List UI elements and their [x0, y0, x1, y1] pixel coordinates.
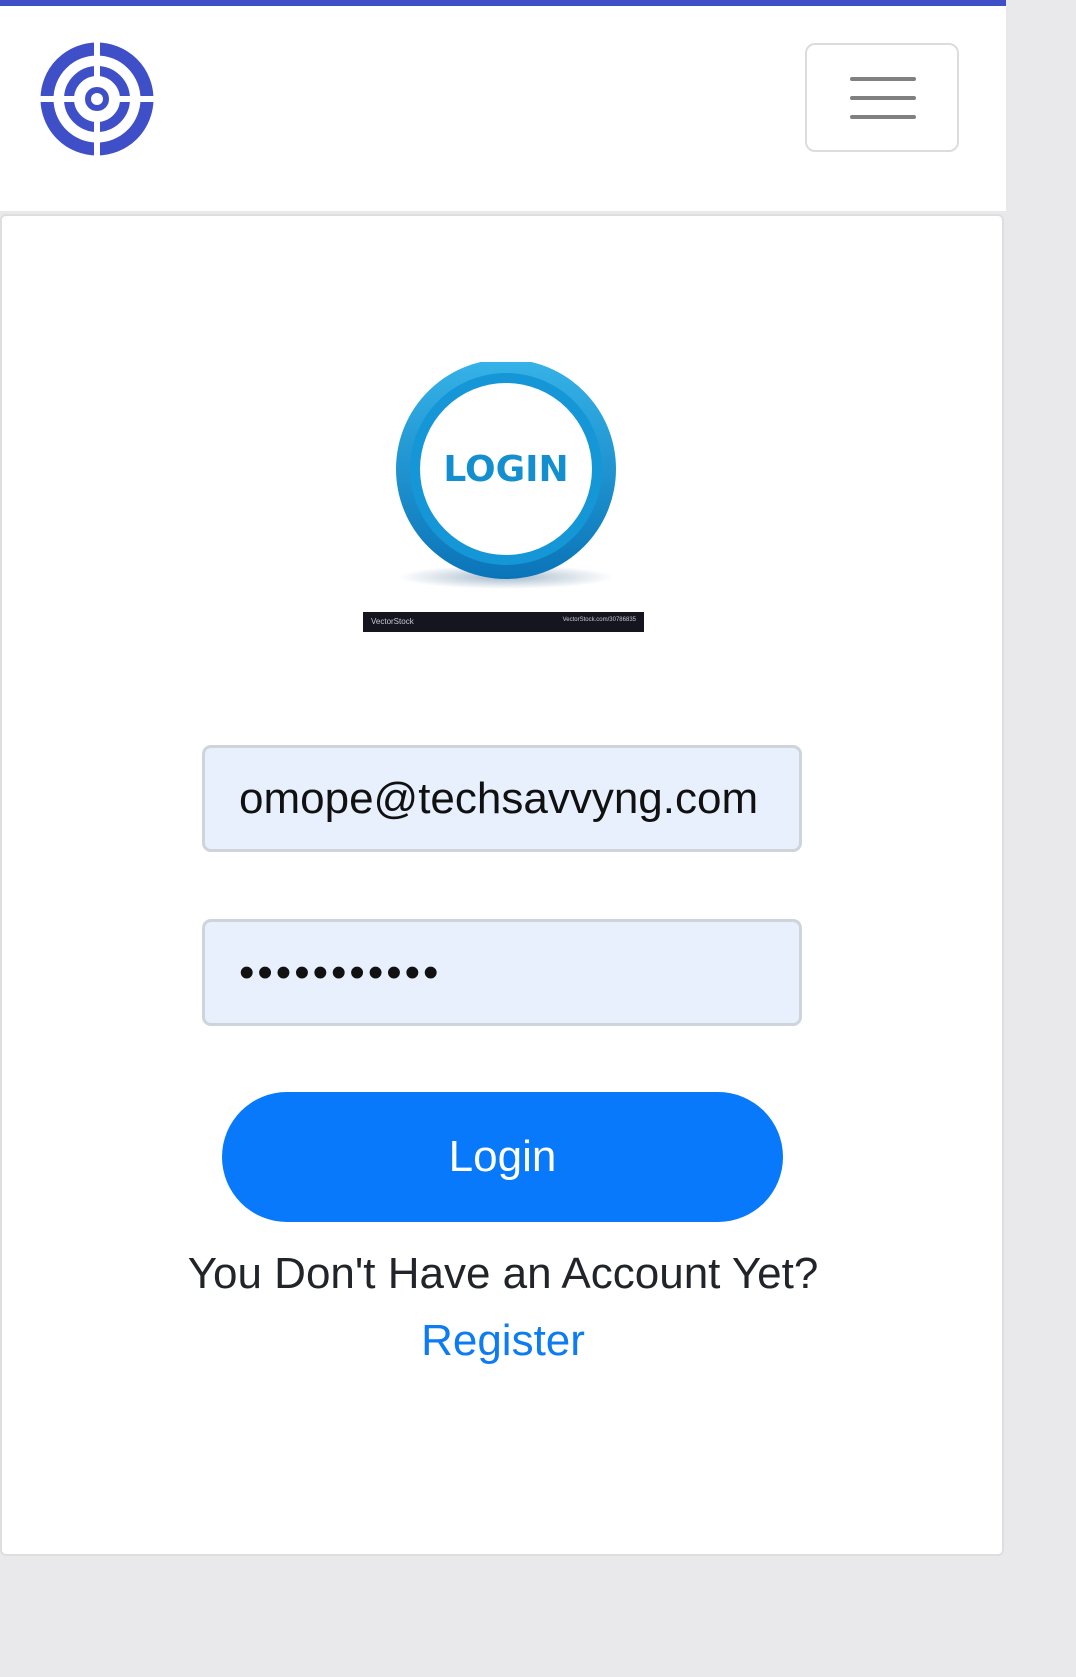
login-badge-icon: LOGIN [396, 359, 616, 589]
stock-credit-label: VectorStock [371, 617, 414, 626]
login-illustration: LOGIN VectorStock VectorStock.com/307868… [363, 359, 644, 634]
password-field[interactable] [202, 919, 802, 1026]
stock-credit-strip: VectorStock VectorStock.com/30786835 [363, 612, 644, 632]
login-card: LOGIN VectorStock VectorStock.com/307868… [0, 214, 1004, 1556]
login-badge-label: LOGIN [443, 449, 568, 490]
menu-toggle-button[interactable] [805, 43, 959, 152]
login-button[interactable]: Login [222, 1092, 783, 1222]
account-prompt: You Don't Have an Account Yet? [187, 1249, 819, 1298]
stock-credit-id: VectorStock.com/30786835 [562, 617, 636, 623]
brand-logo[interactable] [40, 42, 154, 156]
navbar [0, 6, 1006, 211]
register-link[interactable]: Register [2, 1316, 1004, 1366]
email-field[interactable] [202, 745, 802, 852]
target-crosshair-icon [40, 42, 154, 156]
